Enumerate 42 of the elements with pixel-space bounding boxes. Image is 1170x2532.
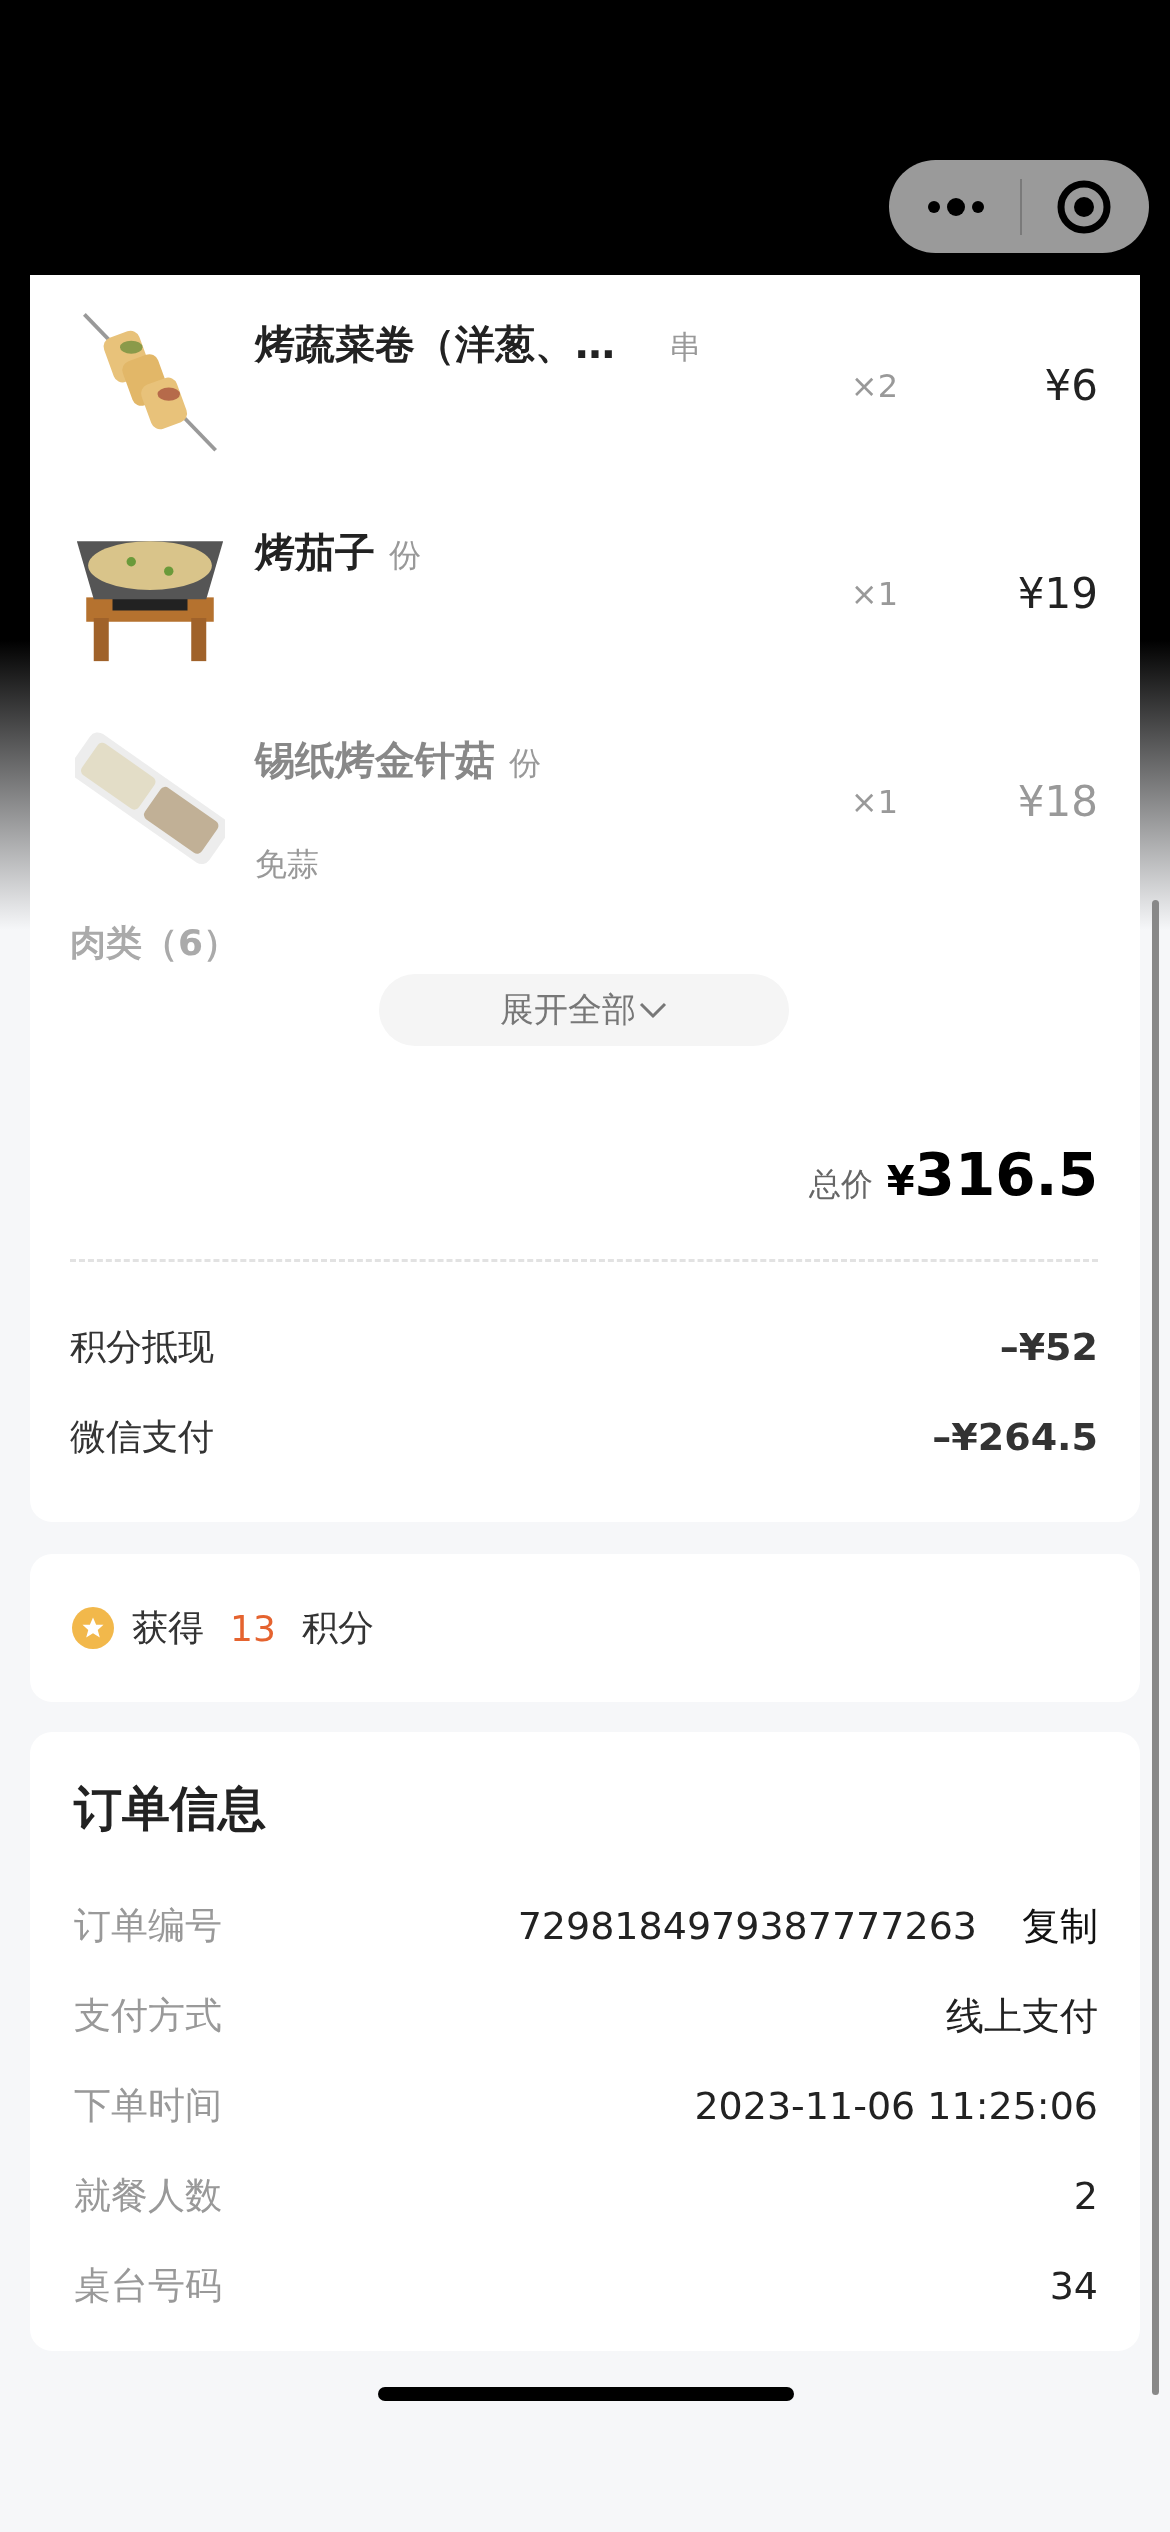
more-icon[interactable] — [926, 196, 986, 217]
copy-link[interactable]: 复制 — [1022, 1900, 1098, 1952]
currency-sign: ¥ — [886, 1158, 915, 1204]
info-label: 桌台号码 — [74, 2263, 223, 2309]
dish-price: ¥18 — [1016, 777, 1098, 826]
dish-price: ¥19 — [1016, 569, 1098, 618]
info-label: 下单时间 — [74, 2083, 223, 2129]
total-amount: 316.5 — [914, 1141, 1098, 1209]
dish-note: 免蒜 — [255, 844, 320, 885]
info-label: 就餐人数 — [74, 2173, 223, 2219]
points-suffix: 积分 — [301, 1605, 374, 1650]
info-value: 2 — [1073, 2174, 1098, 2218]
section-title: 订单信息 — [74, 1779, 267, 1838]
payment-amount: –¥52 — [999, 1325, 1098, 1369]
total-label: 总价 — [808, 1164, 873, 1205]
payment-label: 微信支付 — [70, 1414, 214, 1459]
close-icon[interactable] — [1056, 178, 1112, 235]
payment-amount: –¥264.5 — [932, 1415, 1098, 1459]
points-prefix: 获得 — [132, 1605, 204, 1650]
info-value: 7298184979387777263 — [517, 1904, 977, 1948]
dish-name: 烤茄子 — [255, 528, 375, 577]
info-value: 34 — [1049, 2264, 1098, 2308]
points-value: 13 — [230, 1607, 276, 1649]
dish-unit: 份 — [389, 535, 421, 576]
expand-all-button[interactable]: 展开全部 — [379, 974, 789, 1046]
chevron-down-icon — [638, 1000, 668, 1020]
info-value: 线上支付 — [946, 1992, 1098, 2040]
dish-quantity: ×2 — [849, 367, 898, 405]
info-value: 2023-11-06 11:25:06 — [694, 2084, 1098, 2128]
dish-name: 烤蔬菜卷（洋葱、… — [255, 320, 615, 369]
info-label: 订单编号 — [74, 1903, 223, 1949]
dish-quantity: ×1 — [849, 575, 898, 613]
dish-price: ¥6 — [1043, 361, 1098, 410]
dish-unit: 份 — [509, 743, 541, 784]
dish-unit: 串 — [669, 327, 701, 368]
dish-quantity: ×1 — [849, 783, 898, 821]
dish-name: 锡纸烤金针菇 — [255, 736, 495, 785]
payment-label: 积分抵现 — [70, 1324, 214, 1369]
scrollbar[interactable] — [1152, 900, 1159, 2395]
star-coin-icon — [72, 1607, 114, 1649]
category-heading: 肉类（6） — [70, 921, 241, 965]
info-label: 支付方式 — [74, 1993, 223, 2039]
